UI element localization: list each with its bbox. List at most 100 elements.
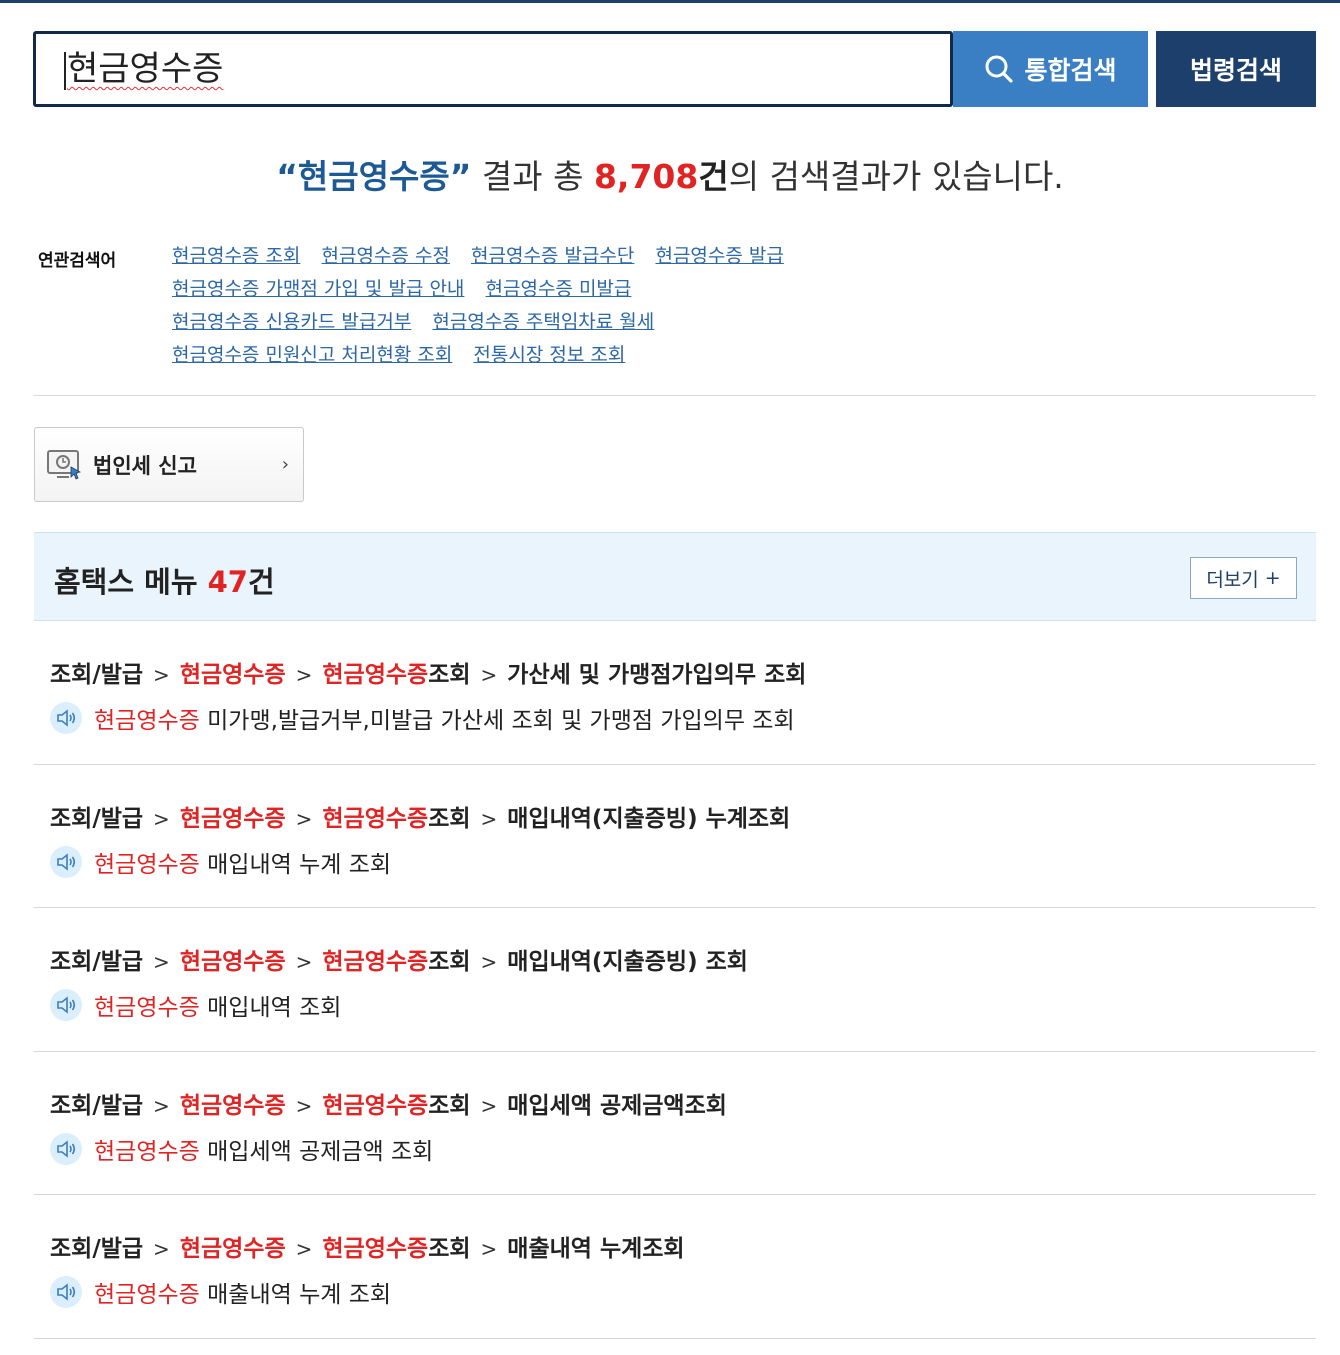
desc-highlight: 현금영수증 xyxy=(94,851,200,878)
desc-text: 미가맹,발급거부,미발급 가산세 조회 및 가맹점 가입의무 조회 xyxy=(199,708,795,734)
path-separator: > xyxy=(295,663,313,687)
summary-count: 8,708 xyxy=(593,157,699,196)
speaker-icon[interactable] xyxy=(50,1132,82,1165)
result-description: 현금영수증 미가맹,발급거부,미발급 가산세 조회 및 가맹점 가입의무 조회 xyxy=(50,701,795,735)
speaker-icon[interactable] xyxy=(50,1276,82,1308)
path-segment: 조회/발급 xyxy=(50,1092,144,1119)
quick-link-label: 법인세 신고 xyxy=(93,453,197,478)
path-segment: 조회/발급 xyxy=(50,805,144,832)
result-path[interactable]: 조회/발급 > 현금영수증 > 현금영수증조회 > 매입내역(지출증빙) 조회 xyxy=(50,942,748,976)
chevron-right-icon: › xyxy=(281,454,289,475)
summary-mid: 결과 총 xyxy=(471,157,594,196)
path-segment: 매출내역 누계조회 xyxy=(507,1236,685,1262)
path-segment: 조회 xyxy=(428,805,471,832)
desc-text: 매출내역 누계 조회 xyxy=(199,1282,392,1308)
path-separator: > xyxy=(153,1093,170,1118)
search-input[interactable]: 현금영수증 xyxy=(33,31,953,107)
path-segment-highlight: 현금영수증 xyxy=(322,1236,429,1262)
related-link[interactable]: 현금영수증 발급수단 xyxy=(471,245,634,267)
path-separator: > xyxy=(480,806,498,831)
related-line: 현금영수증 조회 현금영수증 수정 현금영수증 발급수단 현금영수증 발급 xyxy=(172,240,932,273)
path-segment: 매입내역(지출증빙) 누계조회 xyxy=(507,805,791,832)
path-segment: 현금영수증 xyxy=(179,1236,286,1262)
search-icon xyxy=(985,55,1014,83)
result-item: 조회/발급 > 현금영수증 > 현금영수증조회 > 가산세 및 가맹점가입의무 조회 현금영… xyxy=(34,621,1316,765)
search-bar: 현금영수증 통합검색 법령검색 xyxy=(33,31,1316,107)
summary-tail: 의 검색결과가 있습니다. xyxy=(728,157,1064,196)
result-path[interactable]: 조회/발급 > 현금영수증 > 현금영수증조회 > 매출내역 누계조회 xyxy=(50,1229,685,1263)
path-separator: > xyxy=(295,950,313,974)
summary-keyword: “현금영수증” xyxy=(276,157,472,196)
result-path[interactable]: 조회/발급 > 현금영수증 > 현금영수증조회 > 가산세 및 가맹점가입의무 조회 xyxy=(50,655,806,689)
related-link[interactable]: 현금영수증 조회 xyxy=(172,245,300,267)
path-segment: 현금영수증 xyxy=(179,1092,286,1119)
path-segment-highlight: 현금영수증 xyxy=(322,949,429,975)
path-separator: > xyxy=(295,1093,313,1118)
related-link[interactable]: 현금영수증 수정 xyxy=(322,245,450,267)
path-separator: > xyxy=(480,1093,498,1118)
related-keywords-label: 연관검색어 xyxy=(38,251,117,271)
desc-text: 매입세액 공제금액 조회 xyxy=(199,1138,434,1165)
path-segment: 조회 xyxy=(428,662,471,688)
desc-highlight: 현금영수증 xyxy=(94,1138,200,1165)
related-line: 현금영수증 민원신고 처리현황 조회 전통시장 정보 조회 xyxy=(172,339,932,372)
menu-count: 47 xyxy=(207,565,248,599)
integrated-search-button[interactable]: 통합검색 xyxy=(953,31,1148,107)
path-separator: > xyxy=(153,950,170,974)
desc-text: 매입내역 조회 xyxy=(199,995,342,1021)
desc-highlight: 현금영수증 xyxy=(94,995,200,1021)
path-segment: 가산세 및 가맹점가입의무 조회 xyxy=(507,662,807,688)
related-line: 현금영수증 가맹점 가입 및 발급 안내 현금영수증 미발급 xyxy=(172,273,932,306)
path-separator: > xyxy=(295,1237,313,1261)
integrated-search-label: 통합검색 xyxy=(1024,56,1117,85)
more-button[interactable]: 더보기 + xyxy=(1190,557,1297,599)
result-path[interactable]: 조회/발급 > 현금영수증 > 현금영수증조회 > 매입세액 공제금액조회 xyxy=(50,1086,727,1120)
law-search-button[interactable]: 법령검색 xyxy=(1156,31,1316,107)
summary-unit: 건 xyxy=(698,157,729,196)
desc-highlight: 현금영수증 xyxy=(94,1282,200,1308)
path-separator: > xyxy=(153,1237,170,1261)
top-border xyxy=(0,0,1340,3)
hometax-menu-header: 홈택스 메뉴 47건 더보기 + xyxy=(34,532,1316,621)
path-segment-highlight: 현금영수증 xyxy=(322,805,429,832)
result-summary: “현금영수증” 결과 총 8,708건의 검색결과가 있습니다. xyxy=(0,150,1340,198)
plus-icon: + xyxy=(1264,567,1281,589)
path-segment: 조회/발급 xyxy=(50,1236,144,1262)
path-segment: 현금영수증 xyxy=(179,805,286,832)
path-segment: 조회 xyxy=(428,1236,471,1262)
menu-section-title: 홈택스 메뉴 47건 xyxy=(54,559,275,601)
related-link[interactable]: 현금영수증 발급 xyxy=(655,245,783,267)
menu-title-text: 홈택스 메뉴 xyxy=(54,565,208,599)
speaker-icon[interactable] xyxy=(50,702,82,734)
path-segment: 조회/발급 xyxy=(50,662,144,688)
path-separator: > xyxy=(480,663,498,687)
related-link[interactable]: 전통시장 정보 조회 xyxy=(473,344,625,366)
path-segment: 매입내역(지출증빙) 조회 xyxy=(507,949,748,975)
results-list: 조회/발급 > 현금영수증 > 현금영수증조회 > 가산세 및 가맹점가입의무 조회 현금영… xyxy=(34,621,1316,1339)
more-label: 더보기 xyxy=(1206,568,1259,591)
path-segment: 조회/발급 xyxy=(50,949,144,975)
related-link[interactable]: 현금영수증 민원신고 처리현황 조회 xyxy=(172,344,452,366)
path-separator: > xyxy=(153,806,170,831)
speaker-icon[interactable] xyxy=(50,845,82,878)
quick-link-corporate-tax[interactable]: 법인세 신고 › xyxy=(34,427,304,502)
related-line: 현금영수증 신용카드 발급거부 현금영수증 주택임차료 월세 xyxy=(172,306,932,339)
result-item: 조회/발급 > 현금영수증 > 현금영수증조회 > 매출내역 누계조회 현금영수증 매출내역… xyxy=(34,1195,1316,1339)
path-segment: 조회 xyxy=(428,1092,471,1119)
related-link[interactable]: 현금영수증 가맹점 가입 및 발급 안내 xyxy=(172,278,464,300)
result-description: 현금영수증 매입세액 공제금액 조회 xyxy=(50,1132,433,1166)
related-link[interactable]: 현금영수증 주택임차료 월세 xyxy=(432,311,654,333)
desc-highlight: 현금영수증 xyxy=(94,708,200,734)
path-separator: > xyxy=(295,806,313,831)
tax-report-icon xyxy=(47,449,82,480)
related-link[interactable]: 현금영수증 미발급 xyxy=(486,278,632,300)
result-path[interactable]: 조회/발급 > 현금영수증 > 현금영수증조회 > 매입내역(지출증빙) 누계조회 xyxy=(50,799,790,833)
path-segment: 현금영수증 xyxy=(179,949,286,975)
path-segment: 현금영수증 xyxy=(179,662,286,688)
path-separator: > xyxy=(480,950,498,974)
related-link[interactable]: 현금영수증 신용카드 발급거부 xyxy=(172,311,411,333)
path-segment: 매입세액 공제금액조회 xyxy=(507,1092,727,1119)
speaker-icon[interactable] xyxy=(50,989,82,1021)
text-caret xyxy=(64,51,66,90)
result-description: 현금영수증 매입내역 누계 조회 xyxy=(50,845,391,879)
